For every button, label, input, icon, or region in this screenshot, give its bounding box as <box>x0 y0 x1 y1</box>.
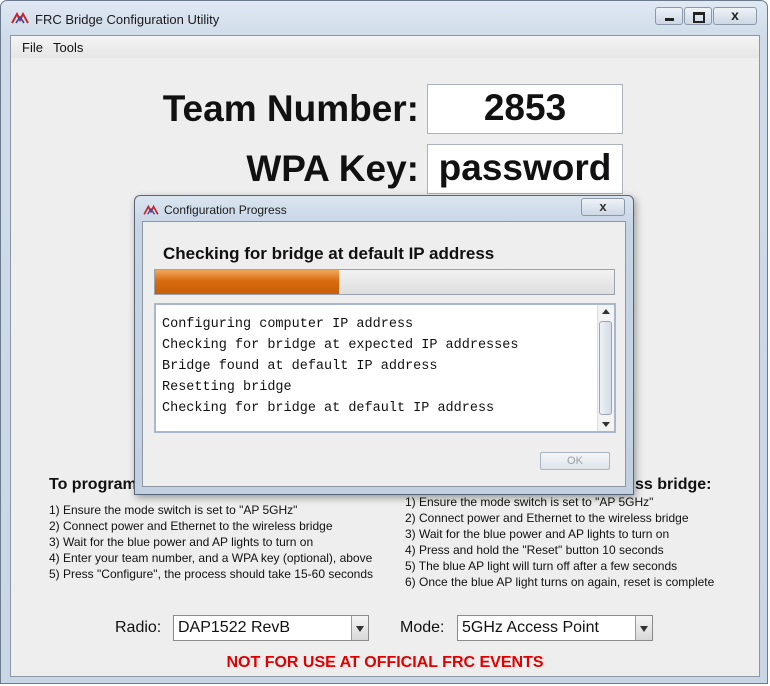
dialog-title: Configuration Progress <box>164 203 287 217</box>
configuration-progress-dialog: Configuration Progress x Checking for br… <box>134 195 634 495</box>
progress-bar <box>154 269 615 295</box>
maximize-button[interactable] <box>684 7 712 25</box>
menu-bar: File Tools <box>11 36 759 58</box>
team-number-field[interactable]: 2853 <box>427 84 623 134</box>
mode-select[interactable]: 5GHz Access Point <box>457 615 653 641</box>
instruction-step: 3) Wait for the blue power and AP lights… <box>405 527 670 541</box>
instruction-step: 2) Connect power and Ethernet to the wir… <box>49 519 333 533</box>
warning-text: NOT FOR USE AT OFFICIAL FRC EVENTS <box>226 654 544 671</box>
frc-logo-icon <box>143 204 159 215</box>
frc-logo-icon <box>11 11 29 24</box>
menu-tools[interactable]: Tools <box>53 40 83 55</box>
reset-instructions: 1) Ensure the mode switch is set to "AP … <box>405 494 714 590</box>
instruction-step: 4) Enter your team number, and a WPA key… <box>49 551 373 565</box>
wpa-key-label: WPA Key: <box>246 148 419 189</box>
log-line: Resetting bridge <box>162 380 292 395</box>
instruction-step: 5) Press "Configure", the process should… <box>49 567 374 581</box>
log-line: Checking for bridge at expected IP addre… <box>162 338 519 353</box>
radio-select-value: DAP1522 RevB <box>178 619 291 636</box>
progress-status: Checking for bridge at default IP addres… <box>163 244 495 263</box>
chevron-down-icon[interactable] <box>351 616 368 640</box>
instruction-step: 6) Once the blue AP light turns on again… <box>405 575 715 589</box>
menu-file[interactable]: File <box>22 40 43 55</box>
instruction-step: 2) Connect power and Ethernet to the wir… <box>405 511 689 525</box>
window-title: FRC Bridge Configuration Utility <box>35 12 220 27</box>
log-line: Checking for bridge at default IP addres… <box>162 401 495 416</box>
close-icon: x <box>731 7 739 23</box>
progress-log[interactable]: Configuring computer IP address Checking… <box>154 303 616 433</box>
dialog-close-button[interactable]: x <box>581 198 625 216</box>
log-line: Configuring computer IP address <box>162 317 414 332</box>
log-line: Bridge found at default IP address <box>162 359 438 374</box>
reset-instructions-heading: ss bridge: <box>635 476 712 493</box>
close-icon: x <box>599 199 607 214</box>
team-number-label: Team Number: <box>162 88 419 129</box>
scroll-up-icon[interactable] <box>598 305 614 319</box>
instruction-step: 5) The blue AP light will turn off after… <box>405 559 678 573</box>
instruction-step: 4) Press and hold the "Reset" button 10 … <box>405 543 664 557</box>
scroll-down-icon[interactable] <box>598 417 614 431</box>
instruction-step: 1) Ensure the mode switch is set to "AP … <box>405 495 654 509</box>
instruction-step: 1) Ensure the mode switch is set to "AP … <box>49 503 298 517</box>
instruction-step: 3) Wait for the blue power and AP lights… <box>49 535 314 549</box>
mode-select-value: 5GHz Access Point <box>462 619 599 636</box>
close-button[interactable]: x <box>713 7 757 25</box>
log-scrollbar[interactable] <box>597 305 614 431</box>
mode-label: Mode: <box>400 619 445 636</box>
wpa-key-field[interactable]: password <box>427 144 623 194</box>
minimize-button[interactable] <box>655 7 683 25</box>
progress-fill <box>155 270 339 294</box>
title-bar[interactable]: FRC Bridge Configuration Utility x <box>1 1 767 35</box>
ok-button[interactable]: OK <box>540 452 610 470</box>
chevron-down-icon[interactable] <box>635 616 652 640</box>
scroll-thumb[interactable] <box>599 321 612 415</box>
program-instructions-heading: To program <box>49 476 137 493</box>
log-lines: Configuring computer IP address Checking… <box>162 314 518 419</box>
dialog-content: Checking for bridge at default IP addres… <box>142 221 626 487</box>
radio-label: Radio: <box>115 619 162 636</box>
radio-select[interactable]: DAP1522 RevB <box>173 615 369 641</box>
program-instructions: 1) Ensure the mode switch is set to "AP … <box>49 502 373 582</box>
